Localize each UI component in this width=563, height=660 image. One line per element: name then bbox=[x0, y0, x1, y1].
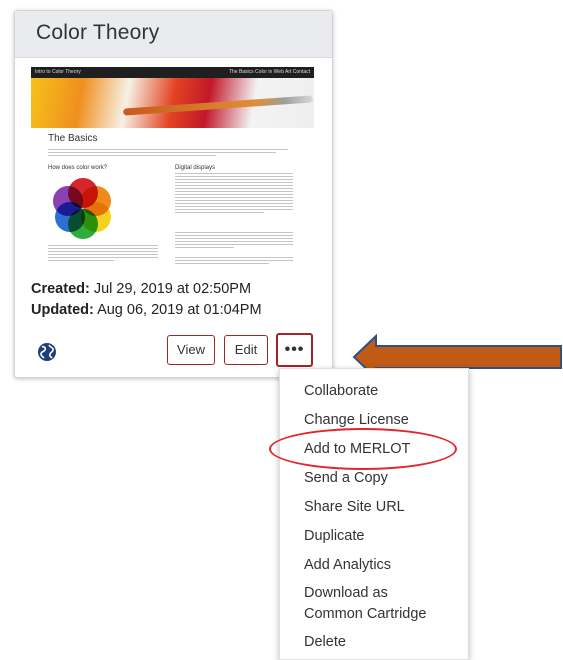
updated-value: Aug 06, 2019 at 01:04PM bbox=[93, 302, 262, 318]
menu-item-collaborate[interactable]: Collaborate bbox=[304, 381, 378, 402]
menu-item-change-license[interactable]: Change License bbox=[304, 410, 409, 431]
menu-item-add-analytics[interactable]: Add Analytics bbox=[304, 555, 391, 576]
thumbnail-text-lines bbox=[48, 149, 288, 158]
view-button[interactable]: View bbox=[167, 335, 215, 365]
card-title: Color Theory bbox=[36, 21, 160, 44]
updated-label: Updated: bbox=[31, 302, 94, 318]
edit-button[interactable]: Edit bbox=[224, 335, 268, 365]
thumbnail-heading: The Basics bbox=[48, 133, 98, 144]
thumbnail-nav-title: Intro to Color Theory bbox=[35, 69, 81, 75]
color-venn-diagram bbox=[51, 178, 115, 240]
site-thumbnail[interactable]: Intro to Color Theory The Basics Color i… bbox=[31, 67, 314, 272]
thumbnail-nav-links: The Basics Color in Web Art Contact bbox=[228, 69, 310, 75]
menu-item-delete[interactable]: Delete bbox=[304, 632, 346, 653]
menu-item-share-site-url[interactable]: Share Site URL bbox=[304, 497, 405, 518]
globe-icon[interactable] bbox=[37, 342, 57, 362]
thumbnail-banner-image bbox=[31, 78, 314, 128]
created-label: Created: bbox=[31, 281, 90, 297]
thumbnail-text-lines bbox=[175, 173, 293, 215]
card-header: Color Theory bbox=[15, 11, 332, 58]
thumbnail-subheading-right: Digital displays bbox=[175, 165, 216, 171]
thumbnail-subheading-left: How does color work? bbox=[48, 165, 108, 171]
thumbnail-text-lines bbox=[175, 232, 293, 250]
thumbnail-text-lines bbox=[175, 257, 293, 266]
menu-item-send-a-copy[interactable]: Send a Copy bbox=[304, 468, 388, 489]
paintbrush-image bbox=[122, 95, 314, 116]
site-card: Color Theory Intro to Color Theory The B… bbox=[14, 10, 333, 378]
thumbnail-navbar: Intro to Color Theory The Basics Color i… bbox=[31, 67, 314, 78]
more-options-menu: Collaborate Change License Add to MERLOT… bbox=[279, 368, 469, 660]
thumbnail-text-lines bbox=[48, 245, 158, 263]
menu-item-add-to-merlot[interactable]: Add to MERLOT bbox=[304, 439, 410, 460]
created-value: Jul 29, 2019 at 02:50PM bbox=[89, 281, 252, 297]
menu-item-duplicate[interactable]: Duplicate bbox=[304, 526, 364, 547]
created-line: Created: Jul 29, 2019 at 02:50PM bbox=[31, 281, 251, 297]
menu-item-download-common-cartridge[interactable]: Download as Common Cartridge bbox=[304, 583, 427, 625]
more-options-button[interactable]: ••• bbox=[276, 333, 313, 367]
updated-line: Updated: Aug 06, 2019 at 01:04PM bbox=[31, 302, 262, 318]
